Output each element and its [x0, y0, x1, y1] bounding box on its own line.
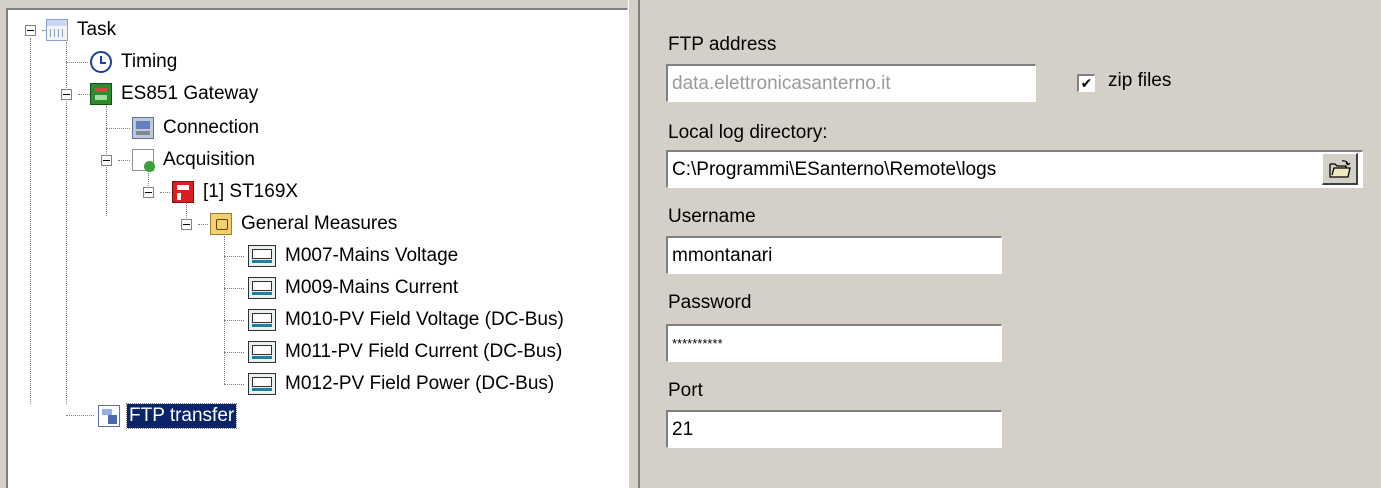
collapse-toggle[interactable] — [101, 155, 112, 166]
ftp-address-label: FTP address — [668, 34, 777, 55]
tree-node-label: General Measures — [241, 213, 398, 234]
port-field[interactable]: 21 — [666, 410, 1002, 448]
connection-icon — [132, 117, 154, 139]
tree-node-device[interactable]: [1] ST169X — [172, 177, 300, 207]
tree-node-label-selected: FTP transfer — [125, 403, 238, 429]
ftp-address-field[interactable]: data.elettronicasanterno.it — [666, 64, 1036, 102]
tree-connector — [106, 128, 130, 129]
tree-node-connection[interactable]: Connection — [132, 113, 261, 143]
port-label: Port — [668, 380, 703, 401]
tree-node-measure[interactable]: M007-Mains Voltage — [248, 241, 460, 271]
tree-connector — [66, 415, 94, 416]
local-log-label: Local log directory: — [668, 122, 828, 143]
collapse-toggle[interactable] — [61, 89, 72, 100]
username-label: Username — [668, 206, 756, 227]
tree-connector — [66, 62, 88, 63]
tree-node-measure[interactable]: M010-PV Field Voltage (DC-Bus) — [248, 305, 566, 335]
collapse-toggle[interactable] — [143, 187, 154, 198]
meter-icon — [248, 245, 276, 267]
password-label: Password — [668, 292, 752, 313]
username-field[interactable]: mmontanari — [666, 236, 1002, 274]
tree-node-label: Timing — [121, 51, 178, 72]
tree-connector — [224, 236, 225, 384]
tree-node-label: Connection — [163, 117, 260, 138]
tree-node-label: Task — [77, 19, 117, 40]
acquisition-icon — [132, 149, 155, 172]
tree-connector — [224, 320, 244, 321]
tree-node-label: M011-PV Field Current (DC-Bus) — [285, 341, 563, 362]
tree-connector — [160, 192, 170, 193]
zip-files-label: zip files — [1108, 70, 1172, 91]
task-tree[interactable]: Task Timing ES851 Gateway Connection Acq… — [6, 8, 628, 488]
gateway-icon — [90, 83, 112, 105]
tree-node-acquisition[interactable]: Acquisition — [132, 145, 257, 175]
local-log-field[interactable]: C:\Programmi\ESanterno\Remote\logs — [666, 150, 1363, 188]
tree-node-measure[interactable]: M012-PV Field Power (DC-Bus) — [248, 369, 556, 399]
tree-connector — [30, 38, 31, 404]
pane-splitter[interactable] — [628, 0, 640, 488]
tree-connector — [198, 224, 208, 225]
meter-icon — [248, 277, 276, 299]
tree-node-label: M009-Mains Current — [285, 277, 459, 298]
tree-connector — [224, 288, 244, 289]
meter-icon — [248, 373, 276, 395]
tree-node-measure[interactable]: M009-Mains Current — [248, 273, 460, 303]
ftp-icon — [98, 405, 120, 427]
tree-connector — [224, 256, 244, 257]
open-folder-icon — [1328, 159, 1351, 178]
tree-node-label: Acquisition — [163, 149, 255, 170]
password-field[interactable]: ********** — [666, 324, 1002, 362]
tree-connector — [118, 160, 130, 161]
zip-files-checkbox[interactable]: ✔ — [1077, 74, 1095, 92]
tree-connector — [224, 352, 244, 353]
tree-node-gateway[interactable]: ES851 Gateway — [90, 79, 260, 109]
tree-node-label: ES851 Gateway — [121, 83, 259, 104]
collapse-toggle[interactable] — [181, 219, 192, 230]
tree-node-ftp-transfer[interactable]: FTP transfer — [98, 401, 238, 431]
tree-node-general-measures[interactable]: General Measures — [210, 209, 399, 239]
tree-node-label: M007-Mains Voltage — [285, 245, 459, 266]
folder-icon — [210, 213, 232, 235]
meter-icon — [248, 309, 276, 331]
meter-icon — [248, 341, 276, 363]
ftp-settings-panel: FTP address data.elettronicasanterno.it … — [640, 8, 1381, 488]
tree-node-label: [1] ST169X — [203, 181, 299, 202]
calendar-icon — [46, 19, 68, 41]
browse-button[interactable] — [1322, 153, 1358, 185]
clock-icon — [90, 51, 112, 73]
collapse-toggle[interactable] — [25, 25, 36, 36]
tree-node-task[interactable]: Task — [46, 15, 118, 45]
tree-node-measure[interactable]: M011-PV Field Current (DC-Bus) — [248, 337, 564, 367]
tree-connector — [224, 384, 244, 385]
tree-node-label: M012-PV Field Power (DC-Bus) — [285, 373, 555, 394]
tree-node-label: M010-PV Field Voltage (DC-Bus) — [285, 309, 564, 330]
device-icon — [172, 181, 194, 203]
tree-node-timing[interactable]: Timing — [90, 47, 179, 77]
